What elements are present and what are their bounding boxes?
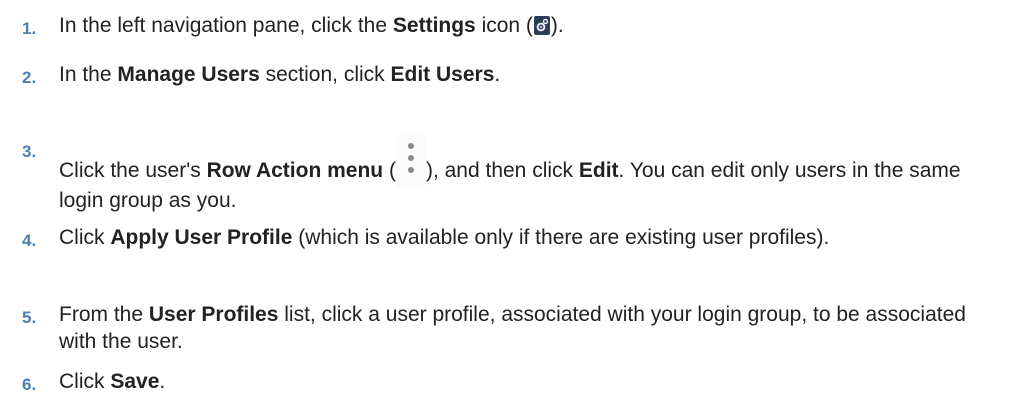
step-text: Click the user's Row Action menu (), and… (59, 135, 991, 214)
step-text: Click Apply User Profile (which is avail… (59, 226, 830, 249)
step-text: In the Manage Users section, click Edit … (59, 63, 501, 86)
step-number: 1. (22, 19, 37, 38)
step-number: 2. (22, 68, 37, 87)
settings-gear-icon (533, 16, 550, 35)
step-number: 6. (22, 375, 37, 394)
step-number: 4. (22, 231, 37, 250)
step-number: 3. (22, 142, 37, 161)
step-text: From the User Profiles list, click a use… (59, 303, 966, 353)
kebab-menu-icon (395, 135, 426, 187)
step-text: Click Save. (59, 370, 166, 393)
step-number: 5. (22, 308, 37, 327)
step-text: In the left navigation pane, click the S… (59, 14, 564, 37)
instruction-steps: 1. In the left navigation pane, click th… (0, 0, 1011, 405)
